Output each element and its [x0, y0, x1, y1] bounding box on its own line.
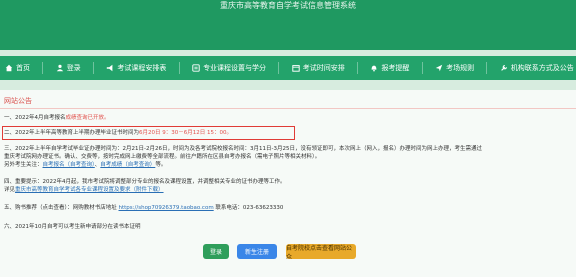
user-icon	[56, 64, 63, 72]
notice-highlight: 成绩查询已开放。	[65, 115, 110, 121]
nav-item-label: 首页	[16, 64, 30, 72]
nav-item-label: 登录	[66, 64, 81, 72]
nav-item-label: 报考提醒	[381, 64, 410, 72]
notice-3-line-2: 重庆考试院网办理证书。确认、交费等，按时完成网上缴费等全部流程。前往户籍所在区县…	[4, 154, 321, 160]
notice-text: 联系电话：023-63623330	[213, 205, 284, 211]
home-icon	[5, 64, 13, 72]
nav-item-label: 专业课程设置与学分	[203, 64, 267, 72]
notice-4-line-2: 详见重庆市高等教育自学考试各专业课程设置及要求（附件下载）	[4, 186, 164, 194]
top-banner: 重庆市高等教育自学考试信息管理系统	[0, 0, 576, 50]
notice-1: 一、2022年4月自考报名成绩查询已开放。	[4, 114, 110, 122]
scan-button[interactable]: 自考院校点击查看网站公众	[286, 244, 356, 261]
nav-divider	[178, 62, 180, 74]
nav-divider	[486, 62, 488, 74]
notice-link[interactable]: 重庆市高等教育自学考试各专业课程设置及要求（附件下载）	[15, 187, 164, 193]
notice-link[interactable]: 自考报名（自考查询）	[43, 162, 95, 168]
notice-link[interactable]: 自考成绩（自考查询）	[100, 162, 155, 168]
system-title: 重庆市高等教育自学考试信息管理系统	[220, 1, 356, 10]
megaphone-icon	[107, 64, 113, 72]
nav-divider	[278, 62, 280, 74]
panel-divider	[0, 108, 576, 109]
nav-item-label: 机构联系方式及公告	[510, 64, 574, 72]
notice-4-line-1: 四、重要提示：2022年4月起，我市考试院将调整部分专业的报名及课程设置，并调整…	[4, 179, 286, 185]
notice-text: 五、购书推荐（点击查看）：网购教材书店地址	[4, 205, 119, 211]
notice-text: 二、2022年上半年高等教育上半期办理毕业证书时间为	[4, 130, 139, 136]
notice-text: 另外考生关注：	[4, 162, 43, 168]
notice-3-line-1: 三、2022年上半年自学考试毕业证办理时间为：2月21日-2月26日，时间为及各…	[4, 146, 482, 152]
nav-divider	[42, 62, 44, 74]
nav-divider	[357, 62, 359, 74]
notice-highlight: 6月20日 9：30－6月12日 15：00。	[139, 130, 232, 136]
nav-item-reminder[interactable]: 报考提醒	[370, 63, 409, 73]
notice-text: 等。	[155, 162, 167, 168]
notice-2: 二、2022年上半年高等教育上半期办理毕业证书时间为6月20日 9：30－6月1…	[4, 129, 232, 137]
panel-title: 网站公告	[4, 97, 32, 105]
list-icon	[192, 64, 200, 72]
nav-item-exam-schedule[interactable]: 考试课程安排表	[106, 63, 166, 73]
nav-item-label: 考试时间安排	[302, 64, 345, 72]
calendar-icon	[292, 65, 300, 72]
notice-6: 六、2021年10月自考可以考生新申请部分在读书本证明	[4, 224, 141, 230]
register-button[interactable]: 新生注册	[237, 244, 277, 259]
nav-item-home[interactable]: 首页	[5, 63, 30, 73]
notice-5: 五、购书推荐（点击查看）：网购教材书店地址 https://shop709263…	[4, 204, 283, 212]
nav-item-label: 考场规则	[446, 64, 475, 72]
plane-icon	[435, 64, 443, 72]
nav-item-exam-time[interactable]: 考试时间安排	[292, 63, 345, 73]
notice-text: 一、2022年4月自考报名	[4, 115, 66, 121]
notice-link[interactable]: https://shop70926379.taobao.com	[119, 205, 214, 211]
nav-item-rules[interactable]: 考场规则	[435, 63, 474, 73]
bell-icon	[372, 65, 377, 72]
notice-3-line-3: 另外考生关注：自考报名（自考查询）、自考成绩（自考查询）等。	[4, 161, 166, 169]
wrench-icon	[501, 65, 507, 71]
nav-item-label: 考试课程安排表	[117, 64, 167, 72]
main-nav: 首页 登录 考试课程安排表 专业课程设置与学分 考试时间安排 报考提醒 考场规则…	[0, 56, 576, 80]
nav-divider	[421, 62, 423, 74]
nav-item-login[interactable]: 登录	[56, 63, 81, 73]
nav-item-contact[interactable]: 机构联系方式及公告	[500, 63, 574, 73]
nav-item-majors[interactable]: 专业课程设置与学分	[192, 63, 266, 73]
login-button[interactable]: 登录	[203, 244, 229, 259]
nav-divider	[93, 62, 95, 74]
notice-text: 详见	[4, 187, 16, 193]
